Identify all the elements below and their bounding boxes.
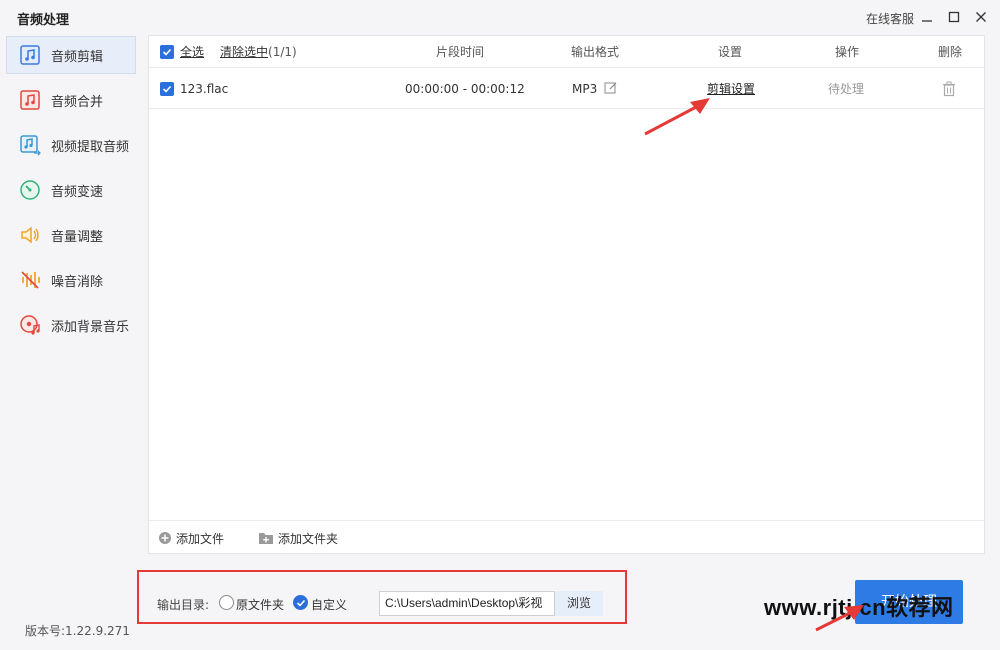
original-folder-label[interactable]: 原文件夹 bbox=[236, 596, 284, 613]
sidebar-item-label: 添加背景音乐 bbox=[51, 319, 130, 335]
background-music-icon bbox=[18, 313, 42, 337]
noise-reduction-icon bbox=[18, 268, 42, 292]
plus-circle-icon bbox=[159, 532, 171, 544]
browse-button[interactable]: 浏览 bbox=[555, 591, 603, 616]
sidebar-item-audio-cut[interactable]: 音频剪辑 bbox=[6, 36, 136, 74]
sidebar-item-label: 音频合并 bbox=[51, 94, 104, 110]
delete-button[interactable] bbox=[941, 81, 957, 100]
selected-count: (1/1) bbox=[268, 45, 297, 59]
check-icon bbox=[296, 599, 305, 607]
audio-merge-icon bbox=[18, 88, 42, 112]
sidebar-item-noise-reduction[interactable]: 噪音消除 bbox=[6, 261, 136, 299]
maximize-button[interactable] bbox=[945, 8, 963, 26]
output-directory-label: 输出目录: bbox=[157, 598, 210, 612]
title-bar: 音频处理 在线客服 bbox=[0, 0, 1000, 34]
minimize-button[interactable] bbox=[918, 8, 936, 26]
column-header-settings: 设置 bbox=[718, 45, 743, 59]
audio-cut-icon bbox=[18, 43, 42, 67]
column-header-output-format: 输出格式 bbox=[571, 45, 620, 59]
output-directory-panel: 输出目录: 原文件夹 自定义 C:\Users\admin\Desktop\彩视… bbox=[137, 570, 627, 624]
sidebar-item-speed[interactable]: 音频变速 bbox=[6, 171, 136, 209]
output-path-field[interactable]: C:\Users\admin\Desktop\彩视 bbox=[379, 591, 555, 616]
trash-icon bbox=[943, 81, 955, 97]
cut-settings-link[interactable]: 剪辑设置 bbox=[707, 69, 755, 109]
row-checkbox[interactable] bbox=[160, 82, 174, 96]
watermark-cn: 软荐网 bbox=[886, 595, 954, 620]
clear-selected-link[interactable]: 清除选中 bbox=[220, 45, 268, 59]
close-button[interactable] bbox=[972, 8, 990, 26]
app-title: 音频处理 bbox=[17, 13, 70, 28]
table-row[interactable]: 123.flac 00:00:00 - 00:00:12 MP3 剪辑设置 待处… bbox=[149, 69, 984, 109]
check-icon bbox=[162, 85, 172, 93]
column-header-delete: 删除 bbox=[938, 45, 963, 59]
sidebar-item-audio-merge[interactable]: 音频合并 bbox=[6, 81, 136, 119]
list-footer: 添加文件 添加文件夹 bbox=[149, 520, 984, 553]
add-folder-button[interactable]: 添加文件夹 bbox=[258, 530, 338, 546]
check-icon bbox=[162, 48, 172, 56]
online-support-link[interactable]: 在线客服 bbox=[866, 10, 914, 27]
sidebar-item-label: 音频剪辑 bbox=[51, 49, 104, 65]
edit-format-icon[interactable] bbox=[604, 81, 618, 98]
sidebar-item-volume[interactable]: 音量调整 bbox=[6, 216, 136, 254]
status-text: 待处理 bbox=[828, 82, 865, 96]
watermark: www.rjtj.cn软荐网 bbox=[764, 590, 954, 622]
close-icon bbox=[976, 12, 986, 22]
sidebar-item-video-extract[interactable]: 视频提取音频 bbox=[6, 126, 136, 164]
select-all-link[interactable]: 全选 bbox=[180, 36, 204, 68]
add-folder-icon bbox=[259, 533, 273, 544]
maximize-icon bbox=[948, 11, 960, 23]
original-folder-radio[interactable] bbox=[219, 595, 234, 610]
add-file-button[interactable]: 添加文件 bbox=[158, 530, 224, 546]
minimize-icon bbox=[922, 20, 932, 22]
custom-folder-label[interactable]: 自定义 bbox=[311, 596, 347, 613]
video-extract-audio-icon bbox=[18, 133, 42, 157]
select-all-checkbox[interactable] bbox=[160, 45, 174, 59]
add-folder-label: 添加文件夹 bbox=[278, 531, 339, 546]
custom-folder-radio[interactable] bbox=[293, 595, 308, 610]
file-list-panel: 全选 清除选中(1/1) 片段时间 输出格式 设置 操作 删除 123.flac… bbox=[148, 35, 985, 554]
speed-icon bbox=[18, 178, 42, 202]
output-format: MP3 bbox=[572, 82, 598, 96]
watermark-latin: www.rjtj.cn bbox=[764, 595, 887, 620]
volume-icon bbox=[18, 223, 42, 247]
file-name: 123.flac bbox=[180, 82, 229, 96]
add-file-label: 添加文件 bbox=[176, 531, 225, 546]
version-label: 版本号:1.22.9.271 bbox=[25, 624, 130, 638]
column-header-actions: 操作 bbox=[835, 45, 860, 59]
clear-selected-group: 清除选中(1/1) bbox=[220, 36, 297, 68]
sidebar: 音频剪辑 音频合并 视频提取音频 音频变速 音量调整 噪音消除 添加背景音乐 版… bbox=[0, 34, 142, 650]
table-header: 全选 清除选中(1/1) 片段时间 输出格式 设置 操作 删除 bbox=[149, 36, 984, 68]
sidebar-item-label: 音频变速 bbox=[51, 184, 104, 200]
column-header-segment-time: 片段时间 bbox=[436, 45, 485, 59]
sidebar-item-label: 音量调整 bbox=[51, 229, 104, 245]
sidebar-item-label: 视频提取音频 bbox=[51, 139, 130, 155]
sidebar-item-label: 噪音消除 bbox=[51, 274, 104, 290]
sidebar-item-background-music[interactable]: 添加背景音乐 bbox=[6, 306, 136, 344]
segment-time: 00:00:00 - 00:00:12 bbox=[405, 82, 525, 96]
